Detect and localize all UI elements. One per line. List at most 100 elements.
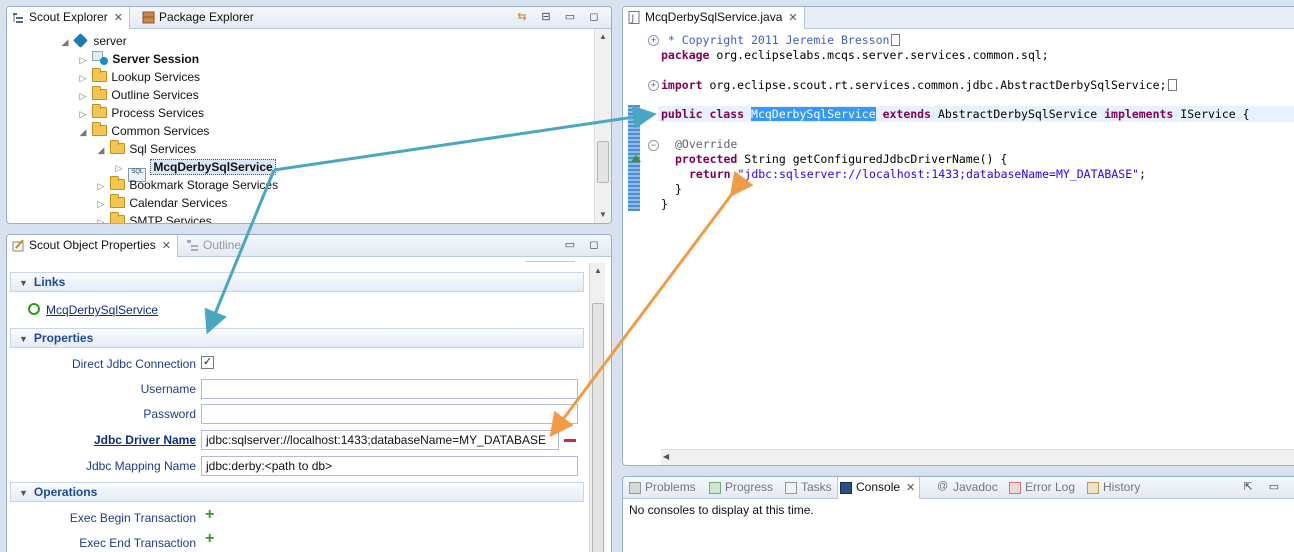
tab-progress[interactable]: Progress (707, 477, 773, 499)
close-icon[interactable]: ✕ (162, 236, 171, 257)
code-line-copyright: * Copyright 2011 Jeremie Bresson (661, 33, 901, 48)
scrollbar-thumb[interactable] (597, 141, 609, 183)
tab-scout-object-properties[interactable]: Scout Object Properties ✕ (7, 235, 178, 257)
tab-java-editor[interactable]: J McqDerbySqlService.java ✕ (623, 7, 805, 29)
tree-item-calendar-services[interactable]: ▷ Calendar Services (95, 194, 227, 212)
close-icon[interactable]: ✕ (906, 482, 915, 494)
scroll-up-icon[interactable]: ▲ (590, 263, 606, 279)
tree-item-label: SMTP Services (129, 214, 212, 223)
scout-tree: ◢ server ▷ Server Session ▷ Lookup Servi… (7, 29, 593, 223)
tree-item-outline-services[interactable]: ▷ Outline Services (77, 86, 199, 104)
tab-problems[interactable]: Problems (627, 477, 696, 499)
editor-bottom-scrollbar[interactable]: ◀ (661, 449, 1294, 465)
editor-tabbar: J McqDerbySqlService.java ✕ (623, 7, 1294, 29)
collapsed-triangle-icon[interactable]: ▷ (77, 105, 89, 123)
tab-scout-explorer[interactable]: Scout Explorer ✕ (7, 7, 130, 29)
tab-history[interactable]: History (1085, 477, 1140, 499)
tasks-icon (785, 482, 797, 494)
error-log-icon (1009, 482, 1021, 494)
tree-item-lookup-services[interactable]: ▷ Lookup Services (77, 68, 200, 86)
tree-item-server[interactable]: ◢ server (59, 32, 127, 50)
collapsed-triangle-icon[interactable]: ▷ (77, 87, 89, 105)
section-properties[interactable]: ▼ Properties (10, 328, 584, 348)
fold-collapse-icon[interactable]: − (648, 140, 659, 151)
collapsed-triangle-icon[interactable]: ▷ (77, 69, 89, 87)
java-file-icon: J (628, 11, 640, 24)
minimize-icon[interactable]: ▭ (563, 10, 577, 24)
tab-console[interactable]: Console ✕ (837, 477, 921, 499)
tab-javadoc[interactable]: @ Javadoc (935, 477, 998, 499)
collapsed-triangle-icon[interactable]: ▷ (77, 51, 89, 69)
open-console-icon[interactable]: ⇱ (1241, 480, 1255, 494)
add-operation-icon[interactable]: + (205, 531, 214, 547)
code-line-class-declaration[interactable]: public class McqDerbySqlService extends … (661, 107, 1250, 122)
jdbc-driver-name-label[interactable]: Jdbc Driver Name (94, 431, 196, 449)
tab-label: Problems (645, 480, 696, 494)
jdbc-driver-name-field[interactable]: jdbc:sqlserver://localhost:1433;database… (201, 430, 559, 450)
tree-item-process-services[interactable]: ▷ Process Services (77, 104, 204, 122)
tree-item-label: Server Session (112, 52, 200, 66)
problems-icon (629, 482, 641, 494)
javadoc-icon: @ (937, 480, 949, 492)
folder-icon (92, 104, 108, 118)
tree-item-common-services[interactable]: ◢ Common Services (77, 122, 209, 140)
tree-item-mcqderbysqlservice[interactable]: ▷ SQL McqDerbySqlService (113, 158, 276, 182)
expanded-triangle-icon: ▼ (19, 278, 28, 288)
section-links[interactable]: ▼ Links (10, 272, 584, 292)
fold-expand-icon[interactable]: + (648, 80, 659, 91)
collapsed-triangle-icon[interactable]: ▷ (95, 177, 107, 195)
section-operations[interactable]: ▼ Operations (10, 482, 584, 502)
close-icon[interactable]: ✕ (788, 8, 797, 29)
tab-label: Progress (725, 480, 774, 494)
tab-label: Console (856, 480, 901, 494)
fold-expand-icon[interactable]: + (648, 35, 659, 46)
password-field[interactable] (201, 404, 578, 424)
tree-item-smtp-services[interactable]: ▷ SMTP Services (95, 212, 212, 223)
tab-outline-label: Outline (203, 238, 242, 252)
collapse-all-icon[interactable]: ⊟ (539, 10, 553, 24)
folded-block-icon[interactable] (891, 34, 901, 46)
add-operation-icon[interactable]: + (205, 507, 214, 523)
scout-tree-scrollbar[interactable]: ▲ ▼ (594, 29, 611, 223)
scroll-down-icon[interactable]: ▼ (595, 207, 611, 223)
progress-icon (709, 482, 721, 494)
collapsed-triangle-icon[interactable]: ▷ (95, 213, 107, 223)
maximize-icon[interactable]: ◻ (587, 10, 601, 24)
remove-value-icon[interactable] (564, 439, 576, 442)
properties-scrollbar[interactable]: ▲ (589, 263, 605, 552)
tree-item-server-session[interactable]: ▷ Server Session (77, 50, 199, 68)
tree-item-bookmark-storage-services[interactable]: ▷ Bookmark Storage Services (95, 176, 278, 194)
display-console-icon[interactable]: ▭ (1267, 480, 1281, 494)
close-icon[interactable]: ✕ (114, 8, 123, 29)
expanded-triangle-icon[interactable]: ◢ (95, 141, 107, 159)
scroll-left-icon[interactable]: ◀ (663, 452, 669, 461)
collapsed-triangle-icon[interactable]: ▷ (113, 159, 125, 177)
collapsed-triangle-icon[interactable]: ▷ (95, 195, 107, 213)
tab-outline[interactable]: Outline (181, 235, 247, 257)
expanded-triangle-icon[interactable]: ◢ (59, 33, 71, 51)
jdbc-mapping-name-field[interactable]: jdbc:derby:<path to db> (201, 456, 578, 476)
direct-jdbc-connection-checkbox[interactable]: ✓ (201, 356, 214, 369)
section-operations-label: Operations (33, 485, 98, 499)
sync-icon[interactable]: ⇆ (515, 10, 529, 24)
selected-class-name[interactable]: McqDerbySqlService (751, 107, 876, 121)
maximize-icon[interactable]: ◻ (587, 238, 601, 252)
mcqderbysqlservice-link[interactable]: McqDerbySqlService (46, 303, 158, 317)
code-line-package: package org.eclipselabs.mcqs.server.serv… (661, 48, 1049, 62)
tab-package-explorer[interactable]: Package Explorer (137, 7, 260, 29)
username-field[interactable] (201, 379, 578, 399)
link-row[interactable]: McqDerbySqlService (28, 301, 158, 319)
minimize-icon[interactable]: ▭ (563, 238, 577, 252)
code-line-import: import org.eclipse.scout.rt.services.com… (661, 78, 1178, 93)
tree-item-label: server (93, 34, 127, 48)
tab-tasks[interactable]: Tasks (783, 477, 832, 499)
scrollbar-thumb[interactable] (592, 303, 604, 552)
expanded-triangle-icon[interactable]: ◢ (77, 123, 89, 141)
folded-block-icon[interactable] (1168, 79, 1178, 91)
console-panel: Problems Progress Tasks Console ✕ @ Javado… (622, 476, 1294, 552)
tree-item-label: Bookmark Storage Services (129, 178, 279, 192)
tree-item-sql-services[interactable]: ◢ Sql Services (95, 140, 196, 158)
scroll-up-icon[interactable]: ▲ (595, 29, 611, 45)
tab-error-log[interactable]: Error Log (1007, 477, 1075, 499)
tab-label: Javadoc (953, 480, 998, 494)
